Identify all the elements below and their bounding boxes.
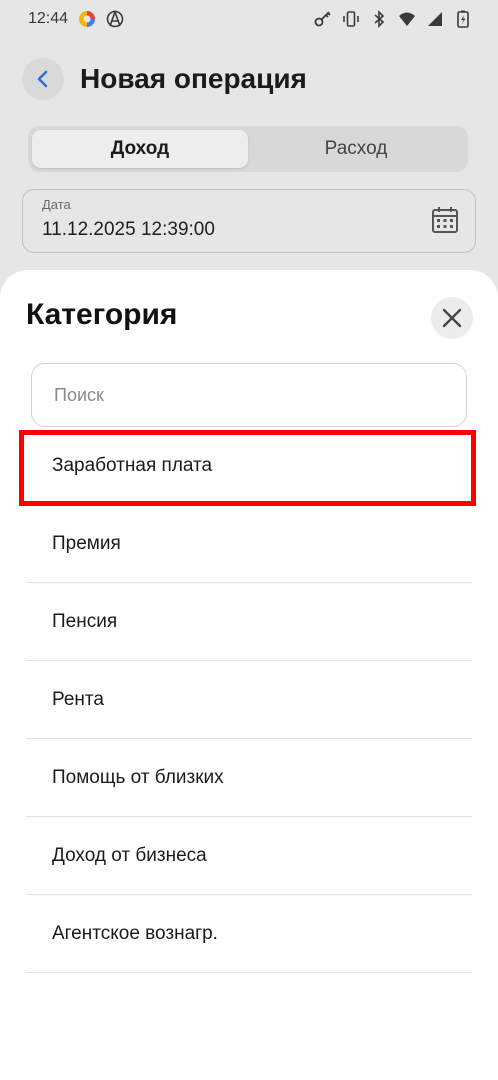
category-item-rent[interactable]: Рента — [26, 661, 472, 739]
tab-income[interactable]: Доход — [32, 130, 248, 168]
search-input[interactable] — [52, 383, 466, 407]
signal-icon — [426, 10, 444, 28]
category-item-pension[interactable]: Пенсия — [26, 583, 472, 661]
bluetooth-icon — [370, 10, 388, 28]
key-icon — [314, 10, 332, 28]
category-bottom-sheet: Категория Заработная плата Премия Пенсия… — [0, 270, 498, 1080]
status-time: 12:44 — [28, 10, 69, 27]
close-button[interactable] — [431, 297, 473, 339]
battery-charging-icon — [454, 10, 472, 28]
page-title: Новая операция — [80, 63, 307, 94]
date-field-value: 11.12.2025 12:39:00 — [42, 219, 215, 240]
sheet-title: Категория — [26, 298, 178, 331]
operation-type-tabs: Доход Расход — [28, 126, 468, 172]
category-list: Заработная плата Премия Пенсия Рента Пом… — [0, 427, 498, 973]
wifi-icon — [398, 10, 416, 28]
anarchy-icon — [106, 10, 124, 28]
vibrate-icon — [342, 10, 360, 28]
chevron-left-icon — [37, 70, 48, 88]
search-box[interactable] — [31, 363, 467, 427]
category-item-salary[interactable]: Заработная плата — [26, 427, 472, 505]
category-item-bonus[interactable]: Премия — [26, 505, 472, 583]
tab-expense[interactable]: Расход — [248, 130, 464, 168]
calendar-icon[interactable] — [431, 206, 459, 234]
date-field[interactable]: Дата 11.12.2025 12:39:00 — [22, 189, 476, 253]
category-item-family-help[interactable]: Помощь от близких — [26, 739, 472, 817]
category-item-agent-fee[interactable]: Агентское вознагр. — [26, 895, 472, 973]
close-icon — [442, 308, 462, 328]
colorful-app-icon — [78, 10, 96, 28]
category-item-business-income[interactable]: Доход от бизнеса — [26, 817, 472, 895]
status-bar: 12:44 — [0, 0, 498, 38]
back-button[interactable] — [22, 58, 64, 100]
date-field-label: Дата — [42, 197, 71, 212]
header: Новая операция — [22, 58, 307, 100]
